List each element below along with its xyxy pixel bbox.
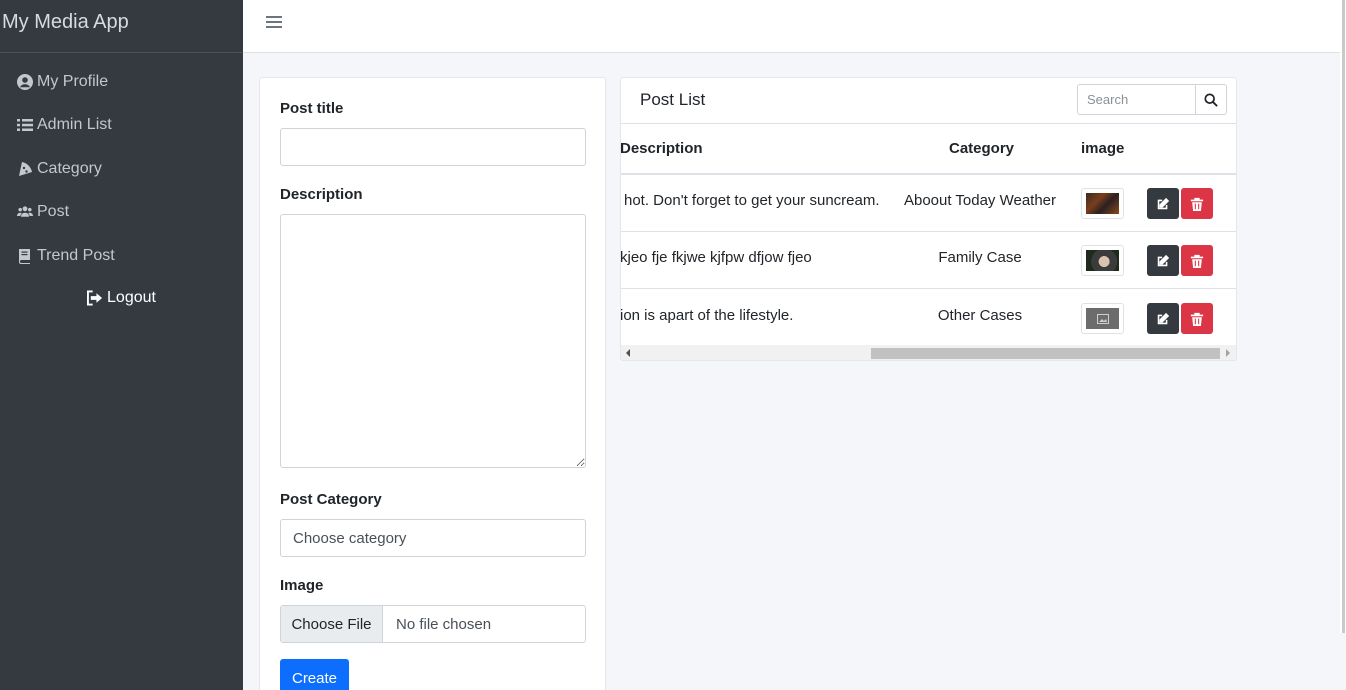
page-scrollbar[interactable] — [1340, 0, 1346, 633]
post-thumbnail — [1081, 303, 1124, 334]
pizza-slice-icon — [17, 160, 37, 178]
row-category: Other Cases — [937, 307, 1023, 324]
trash-icon — [1190, 197, 1204, 211]
choose-file-button[interactable]: Choose File — [281, 606, 383, 642]
post-list-card: Post List Search Description Category im… — [620, 77, 1237, 361]
hamburger-menu-icon[interactable] — [266, 16, 282, 32]
users-icon — [17, 203, 37, 221]
create-button[interactable]: Create — [280, 659, 349, 690]
search-icon — [1204, 92, 1218, 107]
sidebar-item-label: Admin List — [37, 116, 112, 134]
post-category-label: Post Category — [280, 491, 382, 508]
search-group: Search — [1077, 84, 1227, 115]
row-description: kjeo fje fkjwe kjfpw dfjow fjeo — [621, 249, 812, 266]
brand-title[interactable]: My Media App — [0, 0, 243, 53]
search-button[interactable] — [1196, 84, 1227, 115]
book-icon — [17, 247, 37, 265]
post-table: Description Category image hot. Don't fo… — [621, 124, 1236, 344]
sidebar-item-trend-post[interactable]: Trend Post — [0, 234, 243, 278]
column-header-image: image — [1081, 140, 1125, 157]
table-row: ion is apart of the lifestyle. Other Cas… — [621, 290, 1236, 344]
delete-button[interactable] — [1181, 188, 1213, 219]
column-header-description: Description — [621, 140, 703, 157]
row-description: ion is apart of the lifestyle. — [621, 307, 794, 324]
column-header-category: Category — [949, 140, 1015, 157]
sidebar-item-label: Post — [37, 203, 70, 221]
search-input[interactable]: Search — [1077, 84, 1196, 115]
sidebar-item-admin-list[interactable]: Admin List — [0, 104, 243, 148]
edit-button[interactable] — [1147, 188, 1179, 219]
sidebar: My Media App My Profile Admin List Categ… — [0, 0, 243, 690]
post-title-label: Post title — [280, 100, 344, 117]
row-category: Aboout Today Weather — [903, 192, 1057, 209]
category-select-value: Choose category — [293, 529, 407, 547]
delete-button[interactable] — [1181, 303, 1213, 334]
trash-icon — [1190, 254, 1204, 268]
post-thumbnail — [1081, 245, 1124, 276]
row-category: Family Case — [938, 249, 1022, 266]
file-status: No file chosen — [396, 615, 492, 633]
create-post-form: Post title Description Post Category Cho… — [259, 77, 606, 690]
top-navbar — [243, 0, 1340, 53]
description-label: Description — [280, 186, 363, 203]
image-label: Image — [280, 577, 324, 594]
sidebar-item-label: My Profile — [37, 72, 109, 90]
table-row: kjeo fje fkjwe kjfpw dfjow fjeo Family C… — [621, 232, 1236, 289]
image-file-input[interactable]: Choose File No file chosen — [280, 605, 586, 643]
category-select[interactable]: Choose category — [280, 519, 586, 557]
edit-icon — [1157, 197, 1170, 209]
post-list-header: Post List Search — [621, 78, 1236, 124]
description-textarea[interactable] — [280, 214, 586, 468]
edit-button[interactable] — [1147, 245, 1179, 276]
row-description: hot. Don't forget to get your suncream. — [624, 192, 880, 209]
post-title-input[interactable] — [280, 128, 586, 166]
logout-button[interactable]: Logout — [0, 278, 243, 318]
table-row: hot. Don't forget to get your suncream. … — [621, 175, 1236, 232]
sidebar-item-my-profile[interactable]: My Profile — [0, 60, 243, 104]
sidebar-item-category[interactable]: Category — [0, 147, 243, 191]
delete-button[interactable] — [1181, 245, 1213, 276]
edit-button[interactable] — [1147, 303, 1179, 334]
table-horizontal-scrollbar[interactable] — [621, 345, 1236, 360]
logout-icon — [87, 289, 104, 306]
edit-icon — [1157, 254, 1170, 266]
post-list-title: Post List — [640, 90, 706, 109]
sidebar-item-post[interactable]: Post — [0, 191, 243, 235]
sidebar-item-label: Trend Post — [37, 246, 115, 264]
list-icon — [17, 116, 37, 134]
sidebar-nav: My Profile Admin List Category Post Tren… — [0, 53, 243, 278]
image-placeholder-icon — [1096, 313, 1109, 324]
scroll-right-arrow-icon[interactable] — [1226, 349, 1230, 357]
trash-icon — [1190, 312, 1204, 326]
scrollbar-thumb[interactable] — [871, 348, 1220, 359]
edit-icon — [1157, 312, 1170, 324]
logout-label: Logout — [107, 288, 156, 306]
post-thumbnail — [1081, 188, 1124, 219]
user-circle-icon — [17, 73, 37, 91]
sidebar-item-label: Category — [37, 159, 102, 177]
scroll-left-arrow-icon[interactable] — [626, 349, 630, 357]
